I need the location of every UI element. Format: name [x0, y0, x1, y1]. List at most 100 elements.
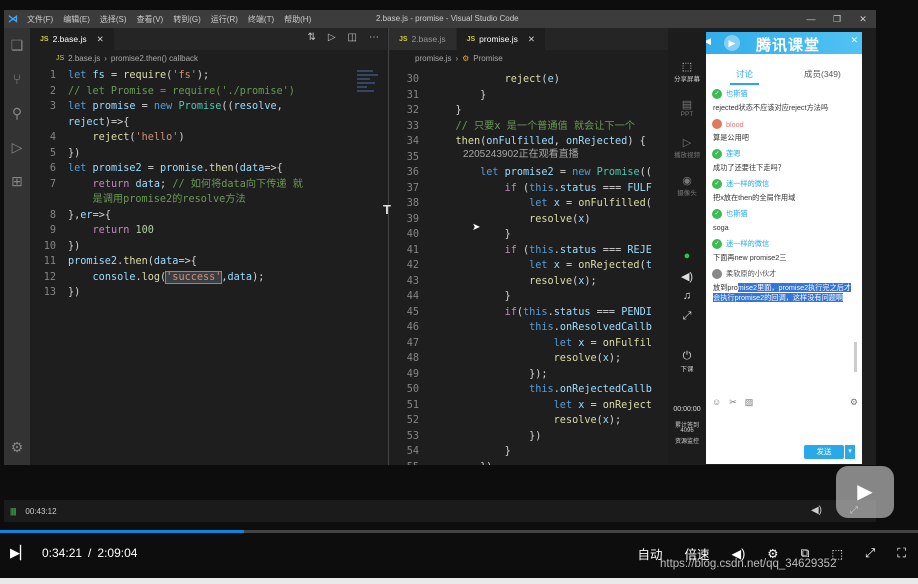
tab-promise-js[interactable]: JS promise.js ✕ [456, 28, 547, 50]
speaker-button[interactable]: ◀) [668, 270, 706, 283]
tab-discuss[interactable]: 讨论 [730, 68, 760, 85]
close-icon[interactable]: ✕ [850, 35, 858, 46]
send-button[interactable]: 发送 [804, 445, 844, 459]
menu-item-terminal[interactable]: 终端(T) [243, 14, 279, 25]
chat-scrollbar[interactable] [854, 342, 857, 372]
tab-close-icon[interactable]: ✕ [528, 34, 535, 45]
chat-user[interactable]: 也斯猫 [726, 89, 748, 99]
fullscreen-button[interactable]: ⤢ [668, 310, 706, 323]
tab-2-base-js[interactable]: JS 2.base.js [389, 28, 457, 50]
tab-close-icon[interactable]: ✕ [97, 34, 104, 45]
scissors-icon[interactable]: ✂ [729, 397, 737, 408]
chat-user[interactable]: 迷一样的微信 [726, 239, 769, 249]
total-time: 2:09:04 [97, 546, 138, 560]
code-left[interactable]: 1 let fs = require('fs'); 2// let Promise… [30, 68, 303, 301]
chat-user[interactable]: 莲嗯 [726, 149, 740, 159]
tab-2-base-js[interactable]: JS 2.base.js ✕ [30, 28, 115, 50]
title-bar: ⋊ 文件(F) 编辑(E) 选择(S) 查看(V) 转到(G) 运行(R) 终端… [4, 10, 876, 28]
camera-icon: ◉ [682, 175, 692, 187]
image-icon[interactable]: ▨ [745, 397, 754, 408]
chat-text: 把x放在then的全局作用域 [713, 193, 796, 202]
source-control-icon[interactable]: ⑂ [8, 70, 26, 88]
emoji-icon[interactable]: ☺ [712, 397, 721, 408]
js-file-icon: JS [399, 35, 408, 43]
avatar [712, 119, 722, 129]
menu-item-selection[interactable]: 选择(S) [95, 14, 132, 25]
ppt-icon: ▤ [681, 99, 693, 111]
menu-item-help[interactable]: 帮助(H) [279, 14, 316, 25]
camera-button[interactable]: ◉ 摄像头 [668, 174, 706, 197]
play-icon: ▶ [724, 35, 740, 51]
settings-icon[interactable]: ⚙ [850, 397, 858, 408]
chat-message: ✓ 也斯猫 soga [712, 208, 852, 233]
more-icon[interactable]: ⋯ [369, 32, 379, 43]
share-screen-button[interactable]: ⬚ 分享屏幕 [668, 60, 706, 83]
menu-item-run[interactable]: 运行(R) [206, 14, 243, 25]
class-icon: ⚙ [462, 53, 470, 63]
settings-gear-icon[interactable]: ⚙ [8, 438, 26, 456]
panel-tabs: 讨论 成员(349) [706, 68, 862, 86]
menu-item-view[interactable]: 查看(V) [132, 14, 169, 25]
avatar: ✓ [712, 179, 722, 189]
chat-user[interactable]: blood [726, 120, 744, 129]
activity-bar: ❏ ⑂ ⚲ ▷ ⊞ ⚙ [4, 28, 30, 465]
chat-text: 算是公用吧 [713, 133, 749, 142]
chevron-right-icon: › [455, 53, 459, 63]
bilibili-tv-icon[interactable]: ▶ [836, 466, 894, 518]
chat-user[interactable]: 也斯猫 [726, 209, 748, 219]
volume-icon[interactable]: ◀) [811, 505, 822, 516]
close-icon[interactable]: ✕ [850, 10, 876, 28]
menu-item-go[interactable]: 转到(G) [168, 14, 206, 25]
tab-label: 2.base.js [52, 34, 87, 44]
web-fullscreen-icon[interactable]: ⤢ [865, 546, 875, 561]
run-debug-icon[interactable]: ▷ [8, 138, 26, 156]
explorer-icon[interactable]: ❏ [8, 36, 26, 54]
fullscreen-icon[interactable]: ⛶ [897, 546, 906, 561]
split-editor-icon[interactable]: ◫ [348, 32, 357, 43]
send-dropdown-icon[interactable]: ▾ [845, 445, 855, 459]
menu-item-edit[interactable]: 编辑(E) [58, 14, 95, 25]
stat-label-2[interactable]: 资源监控 [668, 436, 706, 445]
share-screen-icon: ⬚ [681, 61, 693, 73]
video-icon: ▷ [682, 137, 692, 149]
chat-user[interactable]: 柔软原的小伙才 [726, 269, 776, 279]
tencent-brand: 腾讯课堂 [756, 37, 821, 54]
speaker-icon: ◀) [680, 271, 694, 283]
extensions-icon[interactable]: ⊞ [8, 172, 26, 190]
ppt-button[interactable]: ▤ PPT [668, 98, 706, 118]
breadcrumb-symbol[interactable]: promise2.then() callback [111, 54, 198, 63]
quality-button[interactable]: 自动 [637, 544, 662, 563]
compare-icon[interactable]: ⇅ [307, 32, 315, 43]
search-icon[interactable]: ⚲ [8, 104, 26, 122]
live-watermark: 2205243902正在观看直播 [463, 149, 579, 160]
minimize-icon[interactable]: — [798, 10, 824, 28]
code-right[interactable]: 30 reject(e) 31 } 32 } 33 // 只要x 是一个普通值 … [389, 72, 652, 465]
tab-members[interactable]: 成员(349) [804, 68, 841, 80]
play-video-button[interactable]: ▷ 播放视频 [668, 136, 706, 159]
window-title: 2.base.js - promise - Visual Studio Code [376, 14, 519, 23]
maximize-icon[interactable]: ❐ [824, 10, 850, 28]
tab-label: 2.base.js [411, 34, 446, 44]
music-button[interactable]: ♫ [668, 290, 706, 302]
chat-text: 下面再new promise2三 [713, 253, 787, 262]
editor-group-left: JS 2.base.js ✕ ⇅ ▷ ◫ ⋯ JS 2.base.js › pr… [30, 28, 387, 465]
time-separator: / [88, 546, 92, 560]
chat-list: ✓ 也斯猫 rejected状态不应该对应reject方法吗 blood 算是公用… [712, 88, 852, 308]
run-icon[interactable]: ▷ [328, 32, 336, 43]
breadcrumb-file[interactable]: promise.js [415, 54, 451, 63]
editor-actions: ⇅ ▷ ◫ ⋯ [307, 32, 379, 43]
breadcrumb-symbol[interactable]: Promise [473, 54, 502, 63]
end-class-button[interactable]: ⏻ 下课 [668, 350, 706, 373]
chat-text: rejected状态不应该对应reject方法吗 [713, 103, 829, 112]
menu-item-file[interactable]: 文件(F) [22, 14, 58, 25]
chat-user[interactable]: 迷一样的微信 [726, 179, 769, 189]
play-icon[interactable]: ▶▏ [10, 545, 30, 561]
mic-button[interactable]: ● [668, 250, 706, 262]
chevron-right-icon: › [104, 53, 107, 63]
recording-status-bar: ||||| 00:43:12 ◀) ⤢ [4, 500, 876, 522]
chat-text: soga [713, 223, 729, 232]
breadcrumb-file[interactable]: 2.base.js [68, 54, 100, 63]
minimap[interactable] [357, 68, 383, 108]
video-progress-bar[interactable] [0, 530, 918, 533]
js-file-icon: JS [466, 35, 476, 43]
